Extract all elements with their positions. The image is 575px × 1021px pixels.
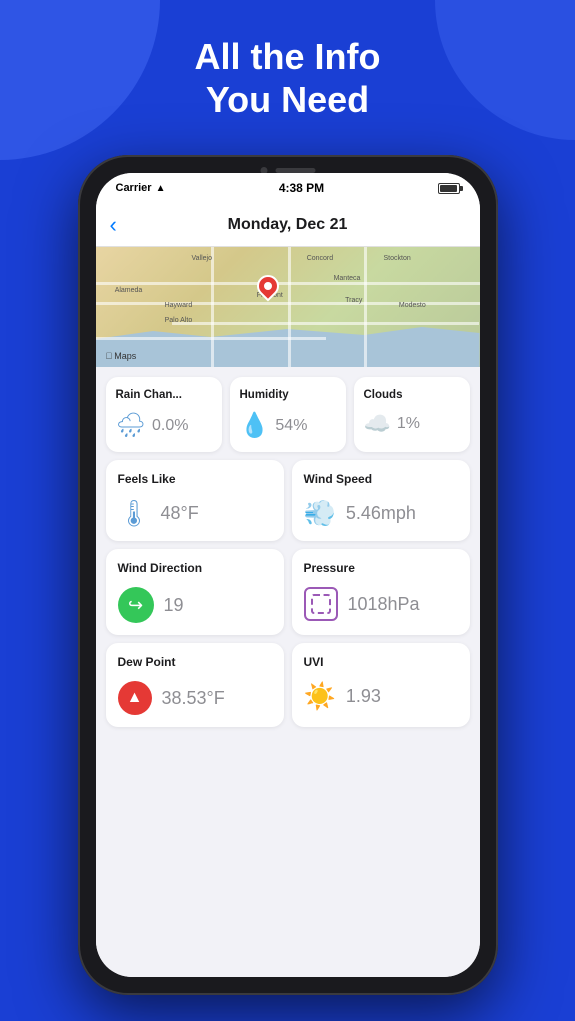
wind-dir-card: Wind Direction ↪ 19 [106, 549, 284, 635]
rain-value: 0.0% [152, 417, 188, 435]
map-label-manteca: Manteca [334, 275, 361, 282]
clouds-title: Clouds [364, 389, 460, 401]
pressure-value: 1018hPa [348, 594, 420, 615]
dew-point-value: 38.53°F [162, 688, 225, 709]
cards-row-3: Wind Direction ↪ 19 Pressure 1018hPa [106, 549, 470, 635]
map-label-paloalto: Palo Alto [165, 317, 193, 324]
map-label-vallejo: Vallejo [192, 255, 213, 262]
wind-speed-title: Wind Speed [304, 472, 458, 486]
dew-point-icon: ▲ [118, 681, 152, 715]
rain-icon: 🌧 [116, 411, 146, 440]
uvi-title: UVI [304, 655, 458, 669]
map-pin [257, 275, 279, 303]
cards-row-2: Feels Like 🌡 48°F Wind Speed 💨 5.46mph [106, 460, 470, 541]
uvi-card: UVI ☀️ 1.93 [292, 643, 470, 727]
pressure-card: Pressure 1018hPa [292, 549, 470, 635]
status-right [438, 183, 460, 194]
map-label-modesto: Modesto [399, 302, 426, 309]
humidity-value: 54% [275, 417, 307, 435]
scroll-content[interactable]: Rain Chan... 🌧 0.0% Humidity 💧 54% Cloud… [96, 367, 480, 977]
back-button[interactable]: ‹ [110, 212, 117, 238]
uvi-icon: ☀️ [304, 681, 336, 712]
humidity-card: Humidity 💧 54% [230, 377, 346, 452]
humidity-title: Humidity [240, 389, 336, 401]
wind-dir-value: 19 [164, 595, 184, 616]
wind-speed-card: Wind Speed 💨 5.46mph [292, 460, 470, 541]
apple-logo:  [106, 351, 113, 361]
header-text: All the Info You Need [0, 35, 575, 121]
map-area[interactable]: Vallejo Concord Stockton Alameda Hayward… [96, 247, 480, 367]
feels-like-value: 48°F [161, 503, 199, 524]
wifi-icon: ▲ [156, 183, 166, 194]
rain-title: Rain Chan... [116, 389, 212, 401]
nav-bar: ‹ Monday, Dec 21 [96, 203, 480, 247]
carrier-label: Carrier [116, 182, 152, 194]
rain-card: Rain Chan... 🌧 0.0% [106, 377, 222, 452]
apple-maps-label:  Maps [106, 351, 137, 361]
phone-screen: Carrier ▲ 4:38 PM ‹ Monday, Dec 21 [96, 173, 480, 977]
nav-title: Monday, Dec 21 [228, 216, 348, 234]
pressure-title: Pressure [304, 561, 458, 575]
phone-frame: Carrier ▲ 4:38 PM ‹ Monday, Dec 21 [78, 155, 498, 995]
clouds-card: Clouds ☁️ 1% [354, 377, 470, 452]
map-label-tracy: Tracy [345, 297, 362, 304]
battery-icon [438, 183, 460, 194]
clouds-icon: ☁️ [364, 411, 391, 437]
wind-speed-value: 5.46mph [346, 503, 416, 524]
map-label-alameda: Alameda [115, 287, 143, 294]
wind-speed-icon: 💨 [304, 498, 336, 529]
feels-like-card: Feels Like 🌡 48°F [106, 460, 284, 541]
uvi-value: 1.93 [346, 686, 381, 707]
wind-direction-icon: ↪ [118, 587, 154, 623]
cards-row-4: Dew Point ▲ 38.53°F UVI ☀️ 1.93 [106, 643, 470, 727]
status-time: 4:38 PM [279, 181, 324, 195]
map-label-hayward: Hayward [165, 302, 193, 309]
wind-dir-title: Wind Direction [118, 561, 272, 575]
map-label-concord: Concord [307, 255, 333, 262]
pressure-icon [304, 587, 338, 621]
humidity-icon: 💧 [240, 411, 270, 440]
status-left: Carrier ▲ [116, 182, 166, 194]
clouds-value: 1% [397, 415, 420, 433]
thermometer-icon: 🌡 [118, 498, 151, 529]
cards-row-1: Rain Chan... 🌧 0.0% Humidity 💧 54% Cloud… [106, 377, 470, 452]
dew-point-title: Dew Point [118, 655, 272, 669]
status-bar: Carrier ▲ 4:38 PM [96, 173, 480, 203]
feels-like-title: Feels Like [118, 472, 272, 486]
map-label-stockton: Stockton [384, 255, 411, 262]
dew-point-card: Dew Point ▲ 38.53°F [106, 643, 284, 727]
